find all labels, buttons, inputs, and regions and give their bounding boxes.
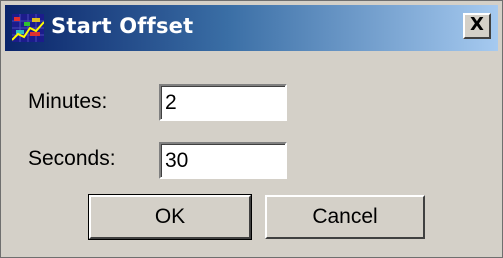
title-bar[interactable]: Start Offset X (5, 5, 498, 51)
cancel-button[interactable]: Cancel (265, 195, 425, 239)
chart-app-icon (11, 14, 45, 42)
close-icon: X (470, 14, 484, 35)
seconds-input[interactable]: 30 (159, 142, 287, 179)
ok-button[interactable]: OK (88, 194, 252, 240)
minutes-label: Minutes: (28, 90, 108, 113)
close-button[interactable]: X (463, 13, 491, 39)
start-offset-dialog: Start Offset X Minutes: 2 Seconds: 30 OK… (0, 0, 503, 258)
window-title: Start Offset (51, 14, 194, 38)
minutes-input[interactable]: 2 (159, 84, 287, 121)
seconds-label: Seconds: (28, 147, 116, 170)
